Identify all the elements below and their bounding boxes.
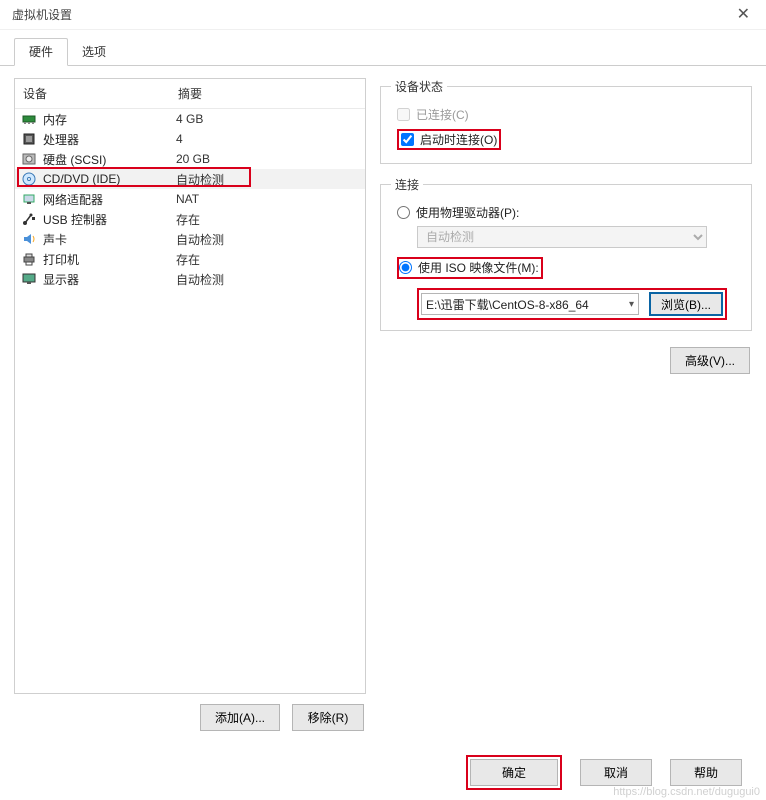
col-summary: 摘要: [178, 85, 202, 102]
device-summary: 存在: [176, 211, 359, 228]
help-button[interactable]: 帮助: [670, 759, 742, 786]
iso-radio-row[interactable]: 使用 ISO 映像文件(M):: [399, 259, 539, 276]
connect-poweron-checkbox[interactable]: [401, 133, 414, 146]
device-label: 处理器: [43, 131, 176, 148]
device-row-display[interactable]: 显示器自动检测: [15, 269, 365, 289]
device-label: USB 控制器: [43, 211, 176, 228]
advanced-button[interactable]: 高级(V)...: [670, 347, 750, 374]
ok-button[interactable]: 确定: [470, 759, 558, 786]
physical-drive-radio[interactable]: [397, 206, 410, 219]
dialog-buttons: 确定 取消 帮助: [466, 755, 742, 790]
printer-icon: [21, 251, 37, 267]
tab-hardware[interactable]: 硬件: [14, 38, 68, 66]
device-label: 打印机: [43, 251, 176, 268]
remove-button[interactable]: 移除(R): [292, 704, 364, 731]
browse-button[interactable]: 浏览(B)...: [649, 292, 723, 316]
sound-icon: [21, 231, 37, 247]
device-row-cddvd[interactable]: CD/DVD (IDE)自动检测: [15, 169, 365, 189]
iso-radio-label: 使用 ISO 映像文件(M):: [418, 259, 539, 276]
connected-label: 已连接(C): [416, 106, 469, 123]
cd-icon: [21, 171, 37, 187]
device-row-disk[interactable]: 硬盘 (SCSI)20 GB: [15, 149, 365, 169]
device-row-cpu[interactable]: 处理器4: [15, 129, 365, 149]
iso-radio[interactable]: [399, 261, 412, 274]
device-label: CD/DVD (IDE): [43, 172, 176, 186]
device-label: 显示器: [43, 271, 176, 288]
physical-drive-label: 使用物理驱动器(P):: [416, 204, 519, 221]
physical-drive-row[interactable]: 使用物理驱动器(P):: [391, 201, 741, 224]
col-device: 设备: [23, 85, 178, 102]
device-summary: 4: [176, 132, 359, 146]
device-summary: 存在: [176, 251, 359, 268]
device-summary: 4 GB: [176, 112, 359, 126]
device-row-printer[interactable]: 打印机存在: [15, 249, 365, 269]
device-summary: 自动检测: [176, 271, 359, 288]
device-list-header: 设备 摘要: [15, 79, 365, 109]
net-icon: [21, 191, 37, 207]
device-row-net[interactable]: 网络适配器NAT: [15, 189, 365, 209]
cancel-button[interactable]: 取消: [580, 759, 652, 786]
device-list-box: 设备 摘要 内存4 GB处理器4硬盘 (SCSI)20 GBCD/DVD (ID…: [14, 78, 366, 694]
device-summary: 自动检测: [176, 171, 359, 188]
display-icon: [21, 271, 37, 287]
device-list[interactable]: 内存4 GB处理器4硬盘 (SCSI)20 GBCD/DVD (IDE)自动检测…: [15, 109, 365, 693]
chevron-down-icon: ▾: [629, 299, 634, 310]
disk-icon: [21, 151, 37, 167]
usb-icon: [21, 211, 37, 227]
device-label: 声卡: [43, 231, 176, 248]
connected-checkbox-row: 已连接(C): [391, 103, 741, 126]
connected-checkbox: [397, 108, 410, 121]
device-label: 网络适配器: [43, 191, 176, 208]
add-button[interactable]: 添加(A)...: [200, 704, 280, 731]
device-label: 内存: [43, 111, 176, 128]
connect-poweron-label: 启动时连接(O): [420, 131, 497, 148]
ram-icon: [21, 111, 37, 127]
close-icon[interactable]: ✕: [731, 5, 756, 25]
iso-path-combo[interactable]: E:\迅雷下载\CentOS-8-x86_64 ▾: [421, 293, 639, 315]
device-status-legend: 设备状态: [391, 78, 447, 95]
device-summary: NAT: [176, 192, 359, 206]
physical-drive-select: 自动检测: [417, 226, 707, 248]
connection-group: 连接 使用物理驱动器(P): 自动检测 使用 ISO 映像文件(M):: [380, 176, 752, 331]
device-row-memory[interactable]: 内存4 GB: [15, 109, 365, 129]
tab-options[interactable]: 选项: [68, 39, 120, 65]
iso-path-value: E:\迅雷下载\CentOS-8-x86_64: [426, 296, 629, 313]
cpu-icon: [21, 131, 37, 147]
device-summary: 自动检测: [176, 231, 359, 248]
device-row-sound[interactable]: 声卡自动检测: [15, 229, 365, 249]
connection-legend: 连接: [391, 176, 423, 193]
device-summary: 20 GB: [176, 152, 359, 166]
device-label: 硬盘 (SCSI): [43, 151, 176, 168]
tab-bar: 硬件 选项: [0, 30, 766, 66]
window-title: 虚拟机设置: [12, 6, 72, 23]
device-status-group: 设备状态 已连接(C) 启动时连接(O): [380, 78, 752, 164]
device-row-usb[interactable]: USB 控制器存在: [15, 209, 365, 229]
